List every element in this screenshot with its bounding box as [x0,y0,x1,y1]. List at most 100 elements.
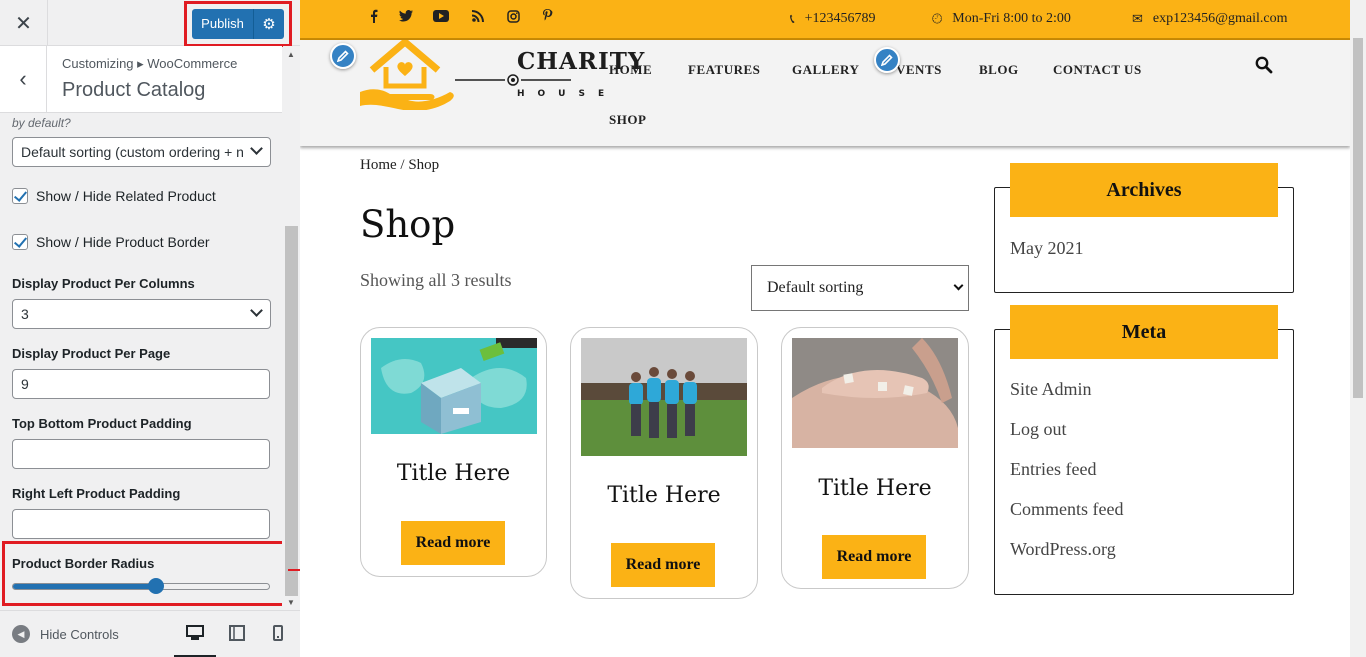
volunteers-image[interactable] [581,338,747,456]
pencil-icon [881,54,893,66]
hands-image[interactable] [792,338,958,448]
nav-features[interactable]: FEATURES [688,62,760,78]
tb-padding-input[interactable] [12,439,270,469]
nav-gallery[interactable]: GALLERY [792,62,859,78]
chevron-left-icon: ‹ [19,66,27,91]
product-card[interactable]: Title Here Read more [781,327,969,589]
border-radius-label: Product Border Radius [12,556,155,571]
border-radius-highlight [2,541,282,606]
nav-home[interactable]: HOME [609,62,652,78]
publish-highlight: Publish ⚙ [184,1,292,47]
search-icon[interactable] [1255,56,1273,74]
pinterest-icon[interactable] [539,8,555,24]
default-sort-select[interactable]: Default sorting (custom ordering + n [12,137,271,167]
product-border-checkbox[interactable] [12,234,28,250]
desktop-preview-button[interactable] [174,621,216,657]
border-radius-slider[interactable] [12,583,270,590]
meta-link-log-out[interactable]: Log out [1010,419,1067,440]
rl-padding-input[interactable] [12,509,270,539]
meta-title: Meta [1010,305,1278,359]
scroll-down-icon[interactable]: ▼ [287,598,295,607]
envelope-icon: ✉ [1132,11,1143,26]
mobile-preview-button[interactable] [266,621,290,645]
controls-scrollbar[interactable]: ▲ ▼ [283,46,300,610]
site-logo[interactable]: CHARITY HOUSE [360,40,644,110]
sort-value: Default sorting [767,279,864,296]
nav-shop[interactable]: SHOP [609,112,646,128]
phone-info: 📞︎ +123456789 [790,11,875,27]
rl-padding-label: Right Left Product Padding [12,486,181,501]
border-radius-slider-fill [13,584,157,589]
gear-icon[interactable]: ⚙ [254,15,284,33]
customizer-sidebar: ✕ Publish ⚙ ‹ Customizing ▸ WooCommerce … [0,0,300,657]
read-more-button[interactable]: Read more [401,521,505,565]
default-sort-value: Default sorting (custom ordering + n [21,144,244,160]
per-page-label: Display Product Per Page [12,346,171,361]
customizer-footer: ◀ Hide Controls [0,610,300,657]
sort-select[interactable]: Default sorting [751,265,969,311]
desktop-icon [186,625,204,640]
product-title[interactable]: Title Here [361,461,546,486]
facebook-icon[interactable] [366,8,382,24]
product-title[interactable]: Title Here [782,476,968,501]
panel-heading: ‹ Customizing ▸ WooCommerce Product Cata… [0,46,282,113]
customizer-header: ✕ Publish ⚙ [0,0,300,47]
product-border-checkbox-row[interactable]: Show / Hide Product Border [12,234,210,250]
meta-link-comments-feed[interactable]: Comments feed [1010,499,1123,520]
publish-button[interactable]: Publish ⚙ [192,9,284,39]
twitter-icon[interactable] [398,8,414,24]
related-product-checkbox-row[interactable]: Show / Hide Related Product [12,188,216,204]
scrollbar-thumb[interactable] [285,226,298,596]
meta-link-site-admin[interactable]: Site Admin [1010,379,1092,400]
preview-scrollbar[interactable] [1350,0,1366,657]
columns-select[interactable]: 3 [12,299,271,329]
product-border-label: Show / Hide Product Border [36,234,210,250]
per-page-input[interactable]: 9 [12,369,270,399]
back-button[interactable]: ‹ [0,46,47,112]
site-navbar: CHARITY HOUSE HOME FEATURES GALLERY VENT… [300,40,1350,146]
nav-contact-us[interactable]: CONTACT US [1053,62,1142,78]
pencil-icon [337,50,349,62]
youtube-icon[interactable] [433,8,449,24]
read-more-button[interactable]: Read more [822,535,926,579]
close-customizer-button[interactable]: ✕ [0,0,48,46]
product-card[interactable]: Title Here Read more [570,327,758,599]
default-sort-description: by default? [12,116,71,130]
archive-link[interactable]: May 2021 [1010,238,1084,259]
donation-box-image[interactable] [371,338,537,434]
columns-value: 3 [21,306,29,322]
rss-icon[interactable] [470,8,486,24]
edit-menu-shortcut[interactable] [874,47,900,73]
edit-logo-shortcut[interactable] [330,43,356,69]
nav-blog[interactable]: BLOG [979,62,1019,78]
instagram-icon[interactable] [505,8,521,24]
product-title[interactable]: Title Here [571,483,757,508]
collapse-icon: ◀ [12,625,30,643]
mobile-icon [273,625,283,641]
logo-divider [455,74,571,86]
controls-scroll-area[interactable]: by default? Default sorting (custom orde… [0,113,282,610]
page-title: Shop [360,203,456,246]
read-more-button[interactable]: Read more [611,543,715,587]
columns-label: Display Product Per Columns [12,276,195,291]
result-count: Showing all 3 results [360,270,512,290]
related-product-label: Show / Hide Related Product [36,188,216,204]
meta-link-entries-feed[interactable]: Entries feed [1010,459,1096,480]
hours-text: Mon-Fri 8:00 to 2:00 [952,11,1071,26]
scroll-up-icon[interactable]: ▲ [287,50,295,59]
publish-label: Publish [192,9,254,39]
chevron-down-icon [953,280,964,291]
phone-icon: 📞︎ [790,11,795,26]
tb-padding-label: Top Bottom Product Padding [12,416,192,431]
tablet-preview-button[interactable] [225,621,249,645]
nav-events[interactable]: VENTS [896,62,942,78]
hide-controls-button[interactable]: ◀ Hide Controls [12,625,119,643]
breadcrumb[interactable]: Home / Shop [360,157,439,174]
related-product-checkbox[interactable] [12,188,28,204]
meta-link-wordpress-org[interactable]: WordPress.org [1010,539,1116,560]
preview-scrollbar-thumb[interactable] [1353,38,1363,398]
product-card[interactable]: Title Here Read more [360,327,547,577]
chevron-down-icon [250,304,263,317]
hide-controls-label: Hide Controls [40,626,119,642]
clock-icon: 🕘︎ [932,11,943,26]
